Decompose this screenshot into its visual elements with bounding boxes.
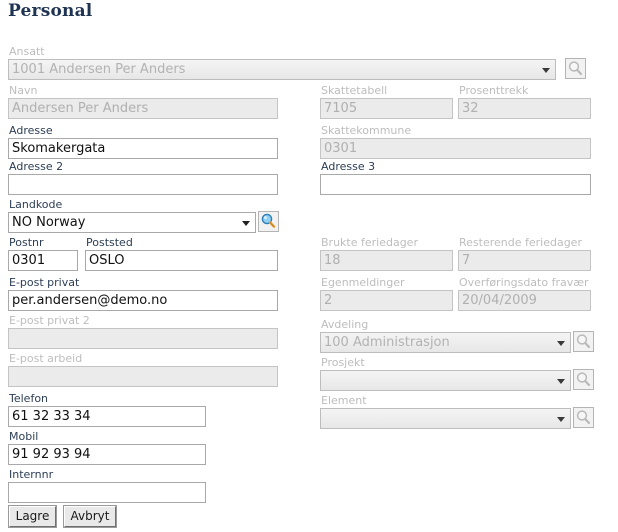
avdeling-lookup-button[interactable] [573, 331, 594, 352]
field-adresse2: Adresse 2 [8, 160, 278, 195]
prosjekt-select[interactable] [320, 370, 571, 391]
avdeling-select[interactable]: 100 Administrasjon [320, 332, 571, 353]
label-element: Element [321, 394, 367, 407]
chevron-down-icon [542, 68, 550, 73]
skattetabell-input[interactable]: 7105 [320, 98, 453, 119]
chevron-down-icon [557, 341, 565, 346]
field-overforingsdato: Overføringsdato fravær 20/04/2009 [458, 276, 591, 311]
cancel-button[interactable]: Avbryt [63, 505, 117, 528]
label-epost-privat-2: E-post privat 2 [9, 314, 90, 327]
egenmeldinger-input[interactable]: 2 [320, 290, 453, 311]
field-prosjekt: Prosjekt [320, 356, 571, 391]
field-epost-arbeid: E-post arbeid [8, 352, 278, 387]
brukte-feriedager-input[interactable]: 18 [320, 250, 453, 271]
magnifier-icon [261, 213, 276, 228]
landkode-select-value: NO Norway [12, 215, 86, 230]
label-prosenttrekk: Prosenttrekk [459, 84, 529, 97]
postnr-input[interactable]: 0301 [8, 250, 78, 271]
save-button[interactable]: Lagre [8, 505, 57, 528]
field-telefon: Telefon 61 32 33 34 [8, 392, 206, 427]
epost-privat-2-input[interactable] [8, 328, 278, 349]
internnr-input[interactable] [8, 482, 206, 503]
label-navn: Navn [9, 84, 38, 97]
ansatt-lookup-button[interactable] [565, 58, 586, 79]
field-navn: Navn Andersen Per Anders [8, 84, 278, 119]
ansatt-select-value: 1001 Andersen Per Anders [12, 62, 186, 77]
label-skattekommune: Skattekommune [321, 124, 412, 137]
field-prosenttrekk: Prosenttrekk 32 [458, 84, 591, 119]
field-epost-privat: E-post privat per.andersen@demo.no [8, 276, 278, 311]
field-skattetabell: Skattetabell 7105 [320, 84, 453, 119]
landkode-lookup-button[interactable] [258, 211, 279, 232]
label-adresse2: Adresse 2 [9, 160, 64, 173]
skattekommune-input[interactable]: 0301 [320, 138, 591, 159]
chevron-down-icon [242, 221, 250, 226]
field-egenmeldinger: Egenmeldinger 2 [320, 276, 453, 311]
poststed-input[interactable]: OSLO [85, 250, 278, 271]
element-lookup-button[interactable] [573, 407, 594, 428]
label-overforingsdato: Overføringsdato fravær [459, 276, 589, 289]
field-ansatt: Ansatt 1001 Andersen Per Anders [8, 45, 556, 80]
field-mobil: Mobil 91 92 93 94 [8, 430, 206, 465]
telefon-input[interactable]: 61 32 33 34 [8, 406, 206, 427]
field-resterende-feriedager: Resterende feriedager 7 [458, 236, 591, 271]
chevron-down-icon [557, 379, 565, 384]
label-adresse: Adresse [9, 124, 53, 137]
prosjekt-lookup-button[interactable] [573, 369, 594, 390]
adresse2-input[interactable] [8, 174, 278, 195]
label-epost-arbeid: E-post arbeid [9, 352, 83, 365]
label-telefon: Telefon [9, 392, 49, 405]
field-adresse3: Adresse 3 [320, 160, 591, 195]
label-landkode: Landkode [9, 198, 63, 211]
page-title: Personal [8, 1, 93, 21]
label-avdeling: Avdeling [321, 318, 369, 331]
resterende-feriedager-input[interactable]: 7 [458, 250, 591, 271]
mobil-input[interactable]: 91 92 93 94 [8, 444, 206, 465]
label-ansatt: Ansatt [9, 45, 45, 58]
chevron-down-icon [557, 417, 565, 422]
label-prosjekt: Prosjekt [321, 356, 365, 369]
label-mobil: Mobil [9, 430, 39, 443]
field-postnr: Postnr 0301 [8, 236, 78, 271]
label-postnr: Postnr [9, 236, 44, 249]
element-select[interactable] [320, 408, 571, 429]
magnifier-icon [576, 372, 591, 387]
ansatt-select[interactable]: 1001 Andersen Per Anders [8, 59, 556, 80]
navn-input[interactable]: Andersen Per Anders [8, 98, 278, 119]
magnifier-icon [576, 334, 591, 349]
label-brukte-feriedager: Brukte feriedager [321, 236, 418, 249]
adresse3-input[interactable] [320, 174, 591, 195]
avdeling-select-value: 100 Administrasjon [324, 335, 450, 350]
epost-privat-input[interactable]: per.andersen@demo.no [8, 290, 278, 311]
adresse-input[interactable]: Skomakergata [8, 138, 278, 159]
field-epost-privat-2: E-post privat 2 [8, 314, 278, 349]
label-egenmeldinger: Egenmeldinger [321, 276, 405, 289]
prosenttrekk-input[interactable]: 32 [458, 98, 591, 119]
field-landkode: Landkode NO Norway [8, 198, 256, 233]
field-element: Element [320, 394, 571, 429]
label-skattetabell: Skattetabell [321, 84, 388, 97]
field-skattekommune: Skattekommune 0301 [320, 124, 591, 159]
field-poststed: Poststed OSLO [85, 236, 278, 271]
field-brukte-feriedager: Brukte feriedager 18 [320, 236, 453, 271]
landkode-select[interactable]: NO Norway [8, 212, 256, 233]
magnifier-icon [568, 61, 583, 76]
field-internnr: Internnr [8, 468, 206, 503]
overforingsdato-input[interactable]: 20/04/2009 [458, 290, 591, 311]
magnifier-icon [576, 410, 591, 425]
field-avdeling: Avdeling 100 Administrasjon [320, 318, 571, 353]
epost-arbeid-input[interactable] [8, 366, 278, 387]
label-internnr: Internnr [9, 468, 54, 481]
label-poststed: Poststed [86, 236, 133, 249]
label-resterende-feriedager: Resterende feriedager [459, 236, 582, 249]
field-adresse: Adresse Skomakergata [8, 124, 278, 159]
label-adresse3: Adresse 3 [321, 160, 376, 173]
label-epost-privat: E-post privat [9, 276, 80, 289]
